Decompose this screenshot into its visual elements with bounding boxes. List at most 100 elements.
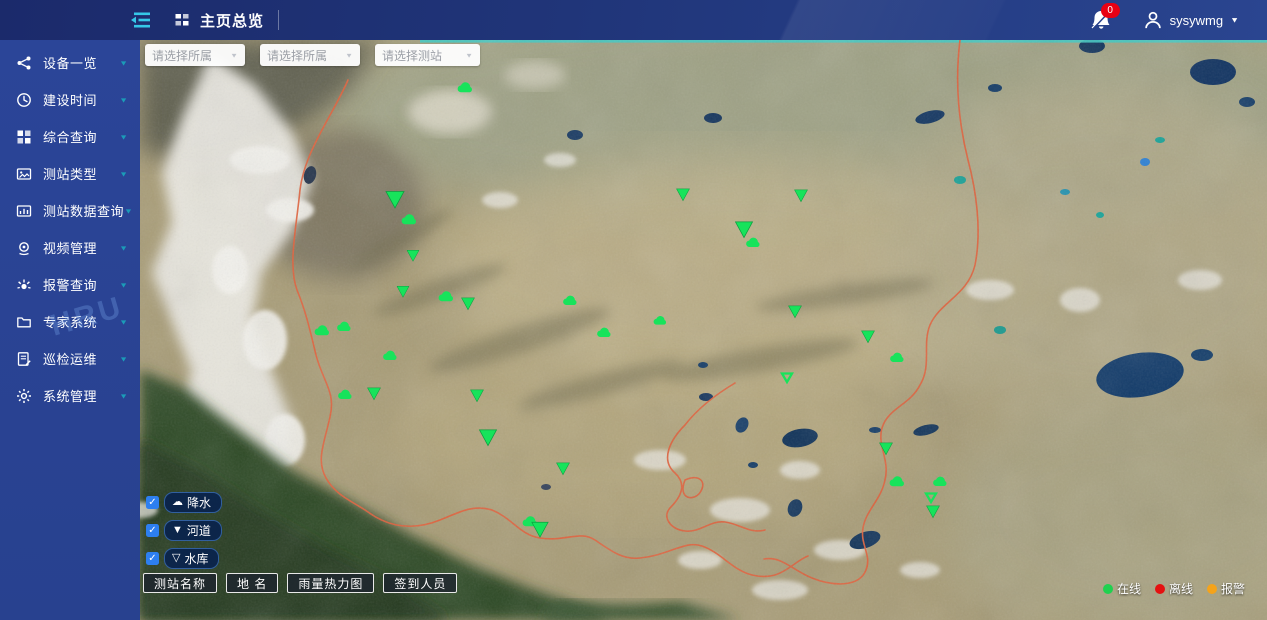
station-marker-rain[interactable]	[889, 351, 905, 363]
sidebar-item-label: 测站类型	[43, 164, 97, 183]
checkbox[interactable]	[146, 496, 159, 509]
chevron-down-icon: ▼	[119, 59, 128, 67]
header-bar: 主页总览 0 sysywmg ▼	[0, 0, 1267, 40]
sidebar-item-system-management[interactable]: 系统管理 ▼	[0, 377, 140, 414]
sidebar-collapse-icon[interactable]	[130, 10, 152, 30]
station-marker-river[interactable]	[367, 386, 382, 401]
station-marker-rain[interactable]	[932, 475, 948, 487]
layer-toggle-panel: ☁ 降水 ▼ 河道 ▽ 水库	[146, 492, 222, 569]
sidebar-item-station-type[interactable]: 测站类型 ▼	[0, 155, 140, 192]
station-marker-river[interactable]	[861, 329, 876, 344]
station-marker-rain[interactable]	[382, 349, 398, 361]
legend-alarm: 报警	[1207, 580, 1245, 597]
user-icon	[1143, 10, 1163, 30]
sidebar-item-expert-system[interactable]: 专家系统 ▼	[0, 303, 140, 340]
alarm-dot	[1207, 584, 1217, 594]
station-marker-river[interactable]	[406, 248, 420, 262]
station-marker-rain[interactable]	[562, 294, 578, 306]
station-marker-reservoir[interactable]	[924, 490, 938, 504]
checkin-personnel-button[interactable]: 签到人员	[383, 573, 457, 593]
sidebar-item-label: 巡检运维	[43, 349, 97, 368]
triangle-filled-icon: ▼	[172, 525, 183, 536]
layer-toggle-precipitation[interactable]: ☁ 降水	[146, 492, 222, 513]
alarm-icon	[16, 276, 33, 293]
folder-icon	[16, 313, 33, 330]
station-marker-rain[interactable]	[888, 475, 905, 488]
station-marker-rain[interactable]	[437, 290, 454, 303]
station-marker-river[interactable]	[556, 461, 571, 476]
layer-toggle-reservoir[interactable]: ▽ 水库	[146, 548, 222, 569]
chevron-down-icon: ▼	[119, 281, 128, 289]
layer-label: 水库	[184, 550, 208, 567]
chevron-down-icon: ▼	[119, 170, 128, 178]
station-marker-river[interactable]	[461, 296, 476, 311]
sidebar-item-label: 专家系统	[43, 312, 97, 331]
station-marker-river[interactable]	[478, 427, 498, 447]
sidebar-item-alarm-query[interactable]: 报警查询 ▼	[0, 266, 140, 303]
station-marker-rain[interactable]	[336, 320, 352, 332]
username-label: sysywmg	[1170, 13, 1223, 28]
notification-bell-icon[interactable]: 0	[1089, 8, 1113, 32]
checkbox[interactable]	[146, 524, 159, 537]
station-marker-rain[interactable]	[745, 236, 761, 248]
user-caret-icon: ▼	[1230, 16, 1239, 25]
station-marker-rain[interactable]	[653, 315, 668, 326]
station-marker-reservoir[interactable]	[780, 370, 794, 384]
chevron-down-icon: ▼	[119, 96, 128, 104]
station-marker-river[interactable]	[879, 441, 894, 456]
region-select-2[interactable]: 请选择所属 ▼	[260, 44, 360, 66]
select-placeholder: 请选择所属	[152, 47, 212, 64]
chevron-down-icon: ▼	[345, 51, 353, 58]
station-marker-river[interactable]	[926, 504, 941, 519]
user-menu[interactable]: sysywmg ▼	[1143, 10, 1239, 30]
status-legend: 在线 离线 报警	[1103, 580, 1245, 597]
map-filter-row: 请选择所属 ▼ 请选择所属 ▼ 请选择测站 ▼	[145, 44, 480, 66]
station-marker-river[interactable]	[385, 188, 406, 209]
station-marker-river[interactable]	[396, 284, 410, 298]
header-divider	[278, 10, 279, 30]
offline-dot	[1155, 584, 1165, 594]
triangle-hollow-icon: ▽	[172, 553, 180, 564]
station-select[interactable]: 请选择测站 ▼	[375, 44, 480, 66]
place-name-button[interactable]: 地 名	[226, 573, 278, 593]
chevron-down-icon: ▼	[119, 244, 128, 252]
layer-toggle-river[interactable]: ▼ 河道	[146, 520, 222, 541]
layer-label: 河道	[187, 522, 211, 539]
sidebar-item-label: 设备一览	[43, 53, 97, 72]
online-dot	[1103, 584, 1113, 594]
sidebar-item-inspection-ops[interactable]: 巡检运维 ▼	[0, 340, 140, 377]
sidebar-item-station-data-query[interactable]: 测站数据查询 ▼	[0, 192, 140, 229]
station-marker-river[interactable]	[794, 188, 809, 203]
station-marker-river[interactable]	[788, 304, 803, 319]
gear-icon	[16, 387, 33, 404]
station-marker-rain[interactable]	[337, 388, 353, 400]
station-name-button[interactable]: 测站名称	[143, 573, 217, 593]
station-marker-river[interactable]	[470, 388, 485, 403]
sidebar-item-construction-time[interactable]: 建设时间 ▼	[0, 81, 140, 118]
legend-online: 在线	[1103, 580, 1141, 597]
cloud-icon: ☁	[172, 497, 183, 508]
station-marker-rain[interactable]	[596, 326, 612, 338]
legend-label: 离线	[1169, 580, 1193, 597]
rain-heatmap-button[interactable]: 雨量热力图	[287, 573, 374, 593]
sidebar-item-video-management[interactable]: 视频管理 ▼	[0, 229, 140, 266]
sidebar-item-device-overview[interactable]: 设备一览 ▼	[0, 44, 140, 81]
notification-badge: 0	[1101, 3, 1120, 18]
chevron-down-icon: ▼	[119, 318, 128, 326]
sidebar-item-comprehensive-query[interactable]: 综合查询 ▼	[0, 118, 140, 155]
chevron-down-icon: ▼	[119, 133, 128, 141]
inspection-icon	[16, 350, 33, 367]
region-select-1[interactable]: 请选择所属 ▼	[145, 44, 245, 66]
share-nodes-icon	[16, 54, 33, 71]
station-marker-rain[interactable]	[456, 81, 473, 94]
station-marker-rain[interactable]	[400, 213, 417, 226]
station-marker-rain[interactable]	[313, 324, 330, 337]
map-canvas[interactable]: 请选择所属 ▼ 请选择所属 ▼ 请选择测站 ▼ ☁ 降水 ▼ 河道	[140, 40, 1267, 620]
map-button-row: 测站名称 地 名 雨量热力图 签到人员	[143, 573, 457, 593]
checkbox[interactable]	[146, 552, 159, 565]
page-grid-icon	[174, 12, 191, 29]
station-marker-river[interactable]	[531, 520, 550, 539]
station-marker-river[interactable]	[676, 187, 691, 202]
sidebar-item-label: 系统管理	[43, 386, 97, 405]
page-title: 主页总览	[200, 10, 264, 31]
